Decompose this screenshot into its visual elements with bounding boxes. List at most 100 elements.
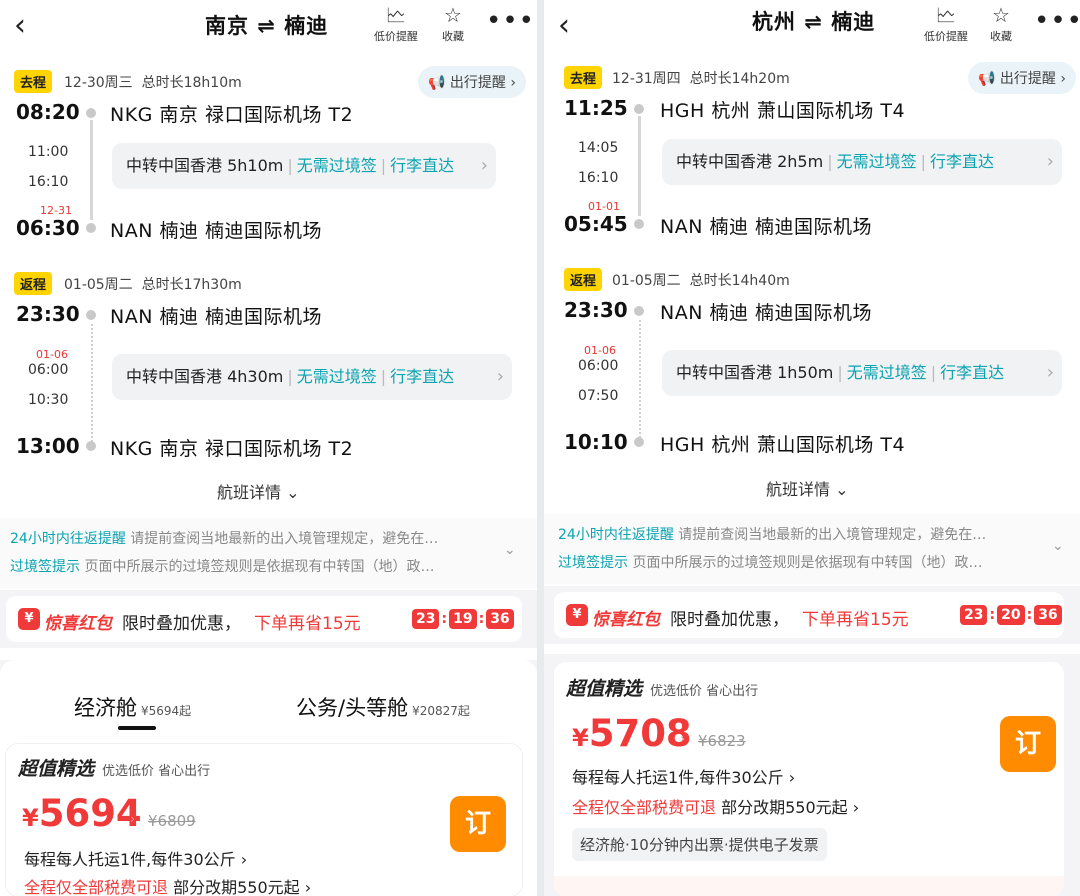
route-title: 南京 ⇌ 楠迪 [205, 14, 329, 38]
return-date: 01-05周二 总时长17h30m [64, 277, 242, 293]
tab-indicator [118, 726, 156, 730]
transfer-dep-time: 16:10 [578, 170, 619, 186]
outbound-date: 12-31周四 总时长14h20m [612, 71, 790, 87]
red-packet-banner[interactable]: ¥ 惊喜红包 限时叠加优惠， 下单再省15元 23:20:36 [554, 592, 1064, 638]
service-chip: 经济舱·10分钟内出票·提供电子发票 [572, 828, 827, 861]
fare-subtitle: 优选低价 省心出行 [650, 684, 759, 699]
chevron-right-icon: › [130, 812, 136, 827]
fare-card[interactable]: 超值精选 优选低价 省心出行 ¥5694 › ¥6809 每程每人托运1件,每件… [6, 744, 522, 896]
card-footer [554, 876, 1064, 896]
arr-airport: NAN 楠迪 楠迪国际机场 [110, 220, 323, 242]
fare-card[interactable]: 超值精选 优选低价 省心出行 ¥5708 › ¥6823 每程每人托运1件,每件… [554, 662, 1064, 896]
favorite-button[interactable]: ☆ 收藏 [990, 2, 1012, 44]
favorite-label: 收藏 [442, 30, 464, 43]
fare-title: 超值精选 [18, 754, 95, 781]
ret-transfer-dep: 10:30 [28, 392, 69, 408]
transfer-arr-time: 11:00 [28, 144, 69, 160]
booking-area: 经济舱 ¥5694起 公务/头等舱 ¥20827起 超值精选 优选低价 省心出行 ¥… [0, 660, 537, 896]
notice-area[interactable]: 24小时内往返提醒 请提前查阅当地最新的出入境管理规定，避免在… 过境签提示 页… [544, 514, 1080, 584]
tab-economy[interactable]: 经济舱 ¥5694起 [74, 692, 191, 722]
arr-time: 05:45 [564, 212, 628, 236]
dep-time: 08:20 [16, 100, 80, 124]
more-menu-icon[interactable]: ••• [1034, 8, 1080, 34]
transfer-dep-time: 16:10 [28, 174, 69, 190]
arr-dot [634, 219, 644, 229]
megaphone-icon: 📢 [428, 75, 446, 91]
back-arrow-icon[interactable]: ‹ [14, 8, 44, 44]
red-packet-banner[interactable]: ¥ 惊喜红包 限时叠加优惠， 下单再省15元 23:19:36 [6, 596, 522, 642]
back-arrow-icon[interactable]: ‹ [558, 8, 588, 44]
travel-reminder-button[interactable]: 📢 出行提醒 › [968, 62, 1076, 94]
ret-arr-dot [86, 441, 96, 451]
transfer-info[interactable]: 中转中国香港 2h5m | 无需过境签 | 行李直达 › [662, 139, 1062, 185]
chevron-down-icon: ⌄ [504, 542, 516, 558]
fare-price: ¥5708 [572, 712, 692, 755]
ret-arr-time: 10:10 [564, 430, 628, 454]
ret-dep-time: 23:30 [564, 298, 628, 322]
notice-1: 24小时内往返提醒 请提前查阅当地最新的出入境管理规定，避免在… [10, 531, 439, 547]
return-tag: 返程 [564, 268, 603, 291]
low-price-alert-button[interactable]: 🗠 低价提醒 [374, 2, 418, 44]
baggage-info[interactable]: 每程每人托运1件,每件30公斤 › [24, 846, 247, 870]
arr-airport: NAN 楠迪 楠迪国际机场 [660, 216, 873, 238]
ret-arr-time: 13:00 [16, 434, 80, 458]
left-screen: ‹ 南京 ⇌ 楠迪 🗠 低价提醒 ☆ 收藏 ••• 去程 12-30周三 总时长… [0, 0, 537, 896]
tab-business[interactable]: 公务/头等舱 ¥20827起 [296, 692, 470, 722]
transfer-info[interactable]: 中转中国香港 4h30m | 无需过境签 | 行李直达 › [112, 354, 512, 400]
chevron-right-icon: › [496, 366, 504, 387]
refund-info[interactable]: 全程仅全部税费可退 部分改期550元起 › [24, 874, 311, 896]
megaphone-icon: 📢 [978, 71, 996, 87]
chevron-down-icon: ⌄ [835, 480, 849, 499]
ret-dep-airport: NAN 楠迪 楠迪国际机场 [660, 302, 873, 324]
ret-transfer-date: 01-06 [584, 344, 616, 357]
screenshot-pair: ‹ 南京 ⇌ 楠迪 🗠 低价提醒 ☆ 收藏 ••• 去程 12-30周三 总时长… [0, 0, 1080, 896]
transfer-info[interactable]: 中转中国香港 1h50m | 无需过境签 | 行李直达 › [662, 350, 1062, 396]
favorite-button[interactable]: ☆ 收藏 [442, 2, 464, 44]
transfer-info[interactable]: 中转中国香港 5h10m | 无需过境签 | 行李直达 › [112, 143, 496, 189]
divider [537, 0, 544, 896]
refund-info[interactable]: 全程仅全部税费可退 部分改期550元起 › [572, 794, 859, 818]
fare-subtitle: 优选低价 省心出行 [102, 764, 211, 779]
return-date: 01-05周二 总时长14h40m [612, 273, 790, 289]
right-screen: ‹ 杭州 ⇌ 楠迪 🗠 低价提醒 ☆ 收藏 ••• 去程 12-31周四 总时长… [544, 0, 1080, 896]
fare-title: 超值精选 [566, 674, 643, 701]
red-packet-save: 下单再省15元 [802, 610, 909, 630]
dep-dot [86, 108, 96, 118]
notice-area[interactable]: 24小时内往返提醒 请提前查阅当地最新的出入境管理规定，避免在… 过境签提示 页… [0, 518, 537, 588]
more-menu-icon[interactable]: ••• [486, 8, 535, 34]
red-packet-desc: 限时叠加优惠， [670, 610, 789, 630]
star-icon: ☆ [444, 3, 462, 27]
ret-dep-time: 23:30 [16, 302, 80, 326]
ret-arr-airport: HGH 杭州 萧山国际机场 T4 [660, 434, 906, 456]
low-price-label: 低价提醒 [924, 30, 968, 43]
red-packet-icon: ¥ [566, 604, 588, 626]
original-price: ¥6809 [148, 812, 196, 830]
red-packet-icon: ¥ [18, 608, 40, 630]
ret-transfer-dep: 07:50 [578, 388, 619, 404]
chevron-down-icon: ⌄ [1052, 538, 1064, 554]
book-button[interactable]: 订 [1000, 716, 1056, 772]
red-packet-title: 惊喜红包 [592, 610, 660, 630]
chevron-down-icon: ⌄ [286, 483, 300, 502]
ret-arr-dot [634, 437, 644, 447]
low-price-alert-button[interactable]: 🗠 低价提醒 [924, 2, 968, 44]
timeline [90, 120, 93, 220]
notice-1: 24小时内往返提醒 请提前查阅当地最新的出入境管理规定，避免在… [558, 527, 987, 543]
chevron-right-icon: › [1046, 151, 1054, 172]
book-button[interactable]: 订 [450, 796, 506, 852]
countdown-timer: 23:19:36 [412, 609, 514, 629]
flight-detail-link[interactable]: 航班详情 ⌄ [217, 479, 300, 503]
promo-bar: ¥ 惊喜红包 限时叠加优惠， 下单再省15元 23:19:36 [0, 590, 537, 648]
header: ‹ 南京 ⇌ 楠迪 🗠 低价提醒 ☆ 收藏 ••• [0, 0, 537, 52]
baggage-info[interactable]: 每程每人托运1件,每件30公斤 › [572, 764, 795, 788]
chevron-right-icon: › [680, 732, 686, 747]
timeline [91, 324, 93, 442]
arr-dot [86, 223, 96, 233]
travel-reminder-button[interactable]: 📢 出行提醒 › [418, 66, 526, 98]
timeline [638, 116, 641, 216]
chevron-right-icon: › [480, 155, 488, 176]
flight-detail-link[interactable]: 航班详情 ⌄ [766, 476, 849, 500]
favorite-label: 收藏 [990, 30, 1012, 43]
outbound-tag: 去程 [14, 70, 53, 93]
dep-airport: NKG 南京 禄口国际机场 T2 [110, 104, 354, 126]
